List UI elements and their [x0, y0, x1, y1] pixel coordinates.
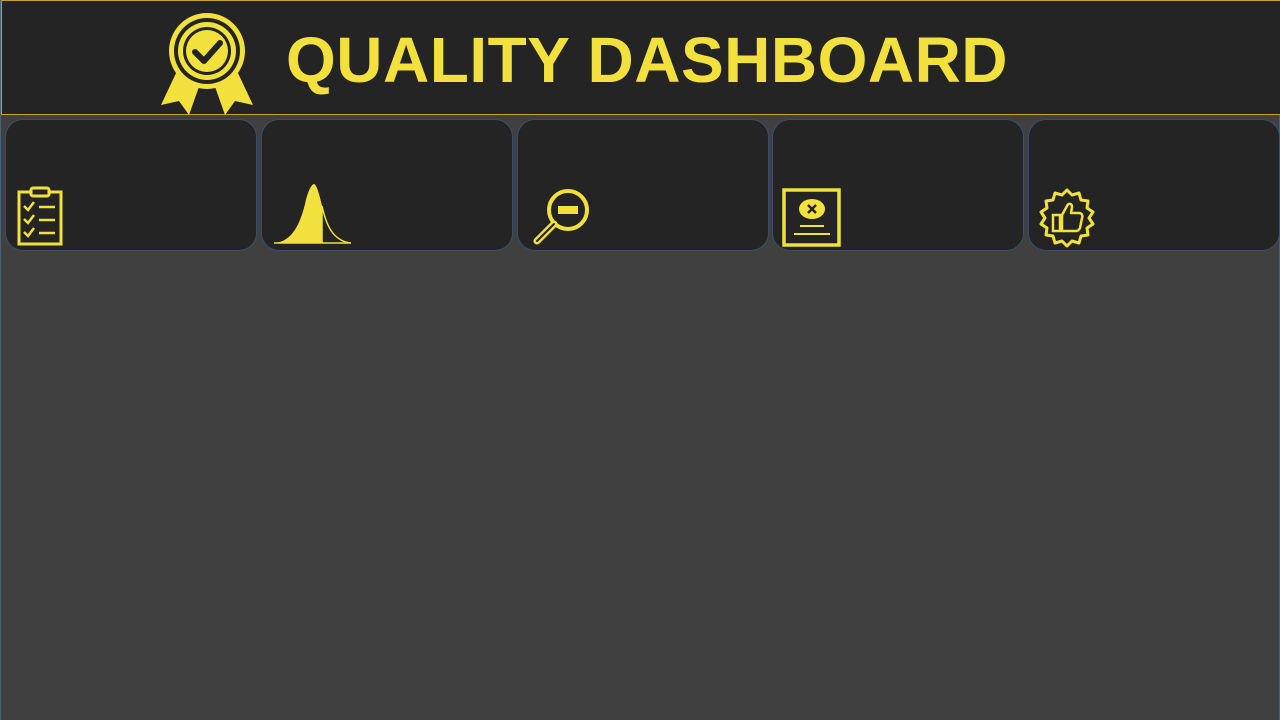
- rejected-document-icon: [782, 188, 841, 247]
- dashboard-page: QUALITY DASHBOARD: [0, 0, 1280, 720]
- thumbs-up-badge-icon: [1039, 188, 1095, 248]
- kpi-card-row: [5, 119, 1280, 251]
- award-ribbon-check-icon: [161, 13, 253, 115]
- page-title: QUALITY DASHBOARD: [286, 24, 1008, 96]
- kpi-card-rejects: [772, 119, 1024, 251]
- kpi-card-checklist: [5, 119, 257, 251]
- magnifier-minus-icon: [533, 189, 589, 245]
- clipboard-checklist-icon: [17, 186, 63, 246]
- kpi-card-inspection: [517, 119, 769, 251]
- header-banner: QUALITY DASHBOARD: [1, 0, 1280, 115]
- bell-curve-icon: [274, 184, 351, 244]
- kpi-card-distribution: [261, 119, 513, 251]
- kpi-card-approval: [1028, 119, 1280, 251]
